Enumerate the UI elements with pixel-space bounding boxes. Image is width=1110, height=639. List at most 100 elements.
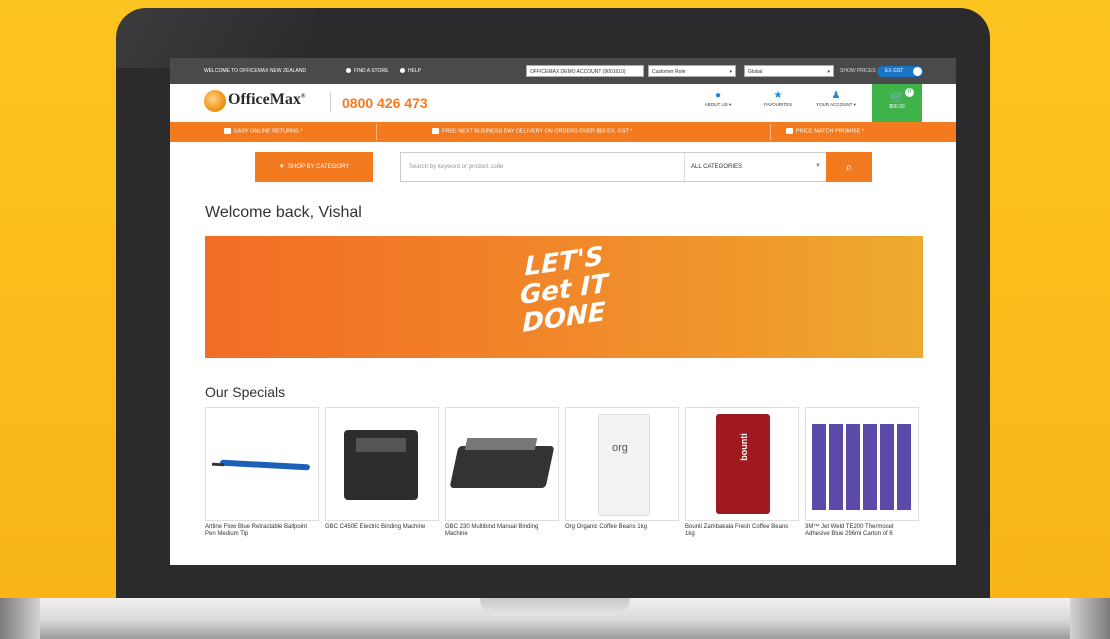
about-us-label: ABOUT US: [704, 102, 728, 107]
promo-returns[interactable]: EASY ONLINE RETURNS *: [224, 128, 302, 134]
favourites-label: FAVOURITES: [763, 102, 793, 107]
your-account-label: YOUR ACCOUNT: [816, 102, 853, 107]
phone-number[interactable]: 0800 426 473: [342, 95, 428, 111]
product-image-bounti-coffee[interactable]: bounti: [685, 407, 799, 521]
chevron-down-icon: ▾: [827, 69, 830, 75]
divider: [330, 92, 331, 112]
pen-tip: [211, 462, 225, 467]
utility-bar: WELCOME TO OFFICEMAX NEW ZEALAND FIND A …: [170, 58, 956, 84]
product-card[interactable]: Artline Flow Blue Retractable Ballpoint …: [205, 407, 319, 546]
help-link[interactable]: HELP: [400, 68, 421, 74]
gst-toggle-label: EX GST: [885, 68, 904, 74]
product-image-pen[interactable]: [205, 407, 319, 521]
role-select[interactable]: Customer Role ▾: [648, 65, 736, 77]
toggle-knob: [913, 67, 922, 76]
divider: [684, 153, 685, 181]
star-icon: ★: [773, 90, 783, 101]
account-select[interactable]: OFFICEMAX DEMO ACCOUNT (9001610): [526, 65, 644, 77]
binder-shape: [449, 446, 555, 488]
about-us-menu[interactable]: ● ABOUT US ▾: [688, 90, 748, 108]
promo-delivery[interactable]: FREE NEXT BUSINESS DAY DELIVERY ON ORDER…: [432, 128, 632, 134]
returns-icon: [224, 128, 231, 134]
tube: [812, 424, 826, 510]
product-card[interactable]: GBC 230 Multibind Manual Binding Machine: [445, 407, 559, 546]
tube: [897, 424, 911, 510]
shop-by-category-button[interactable]: ▼ SHOP BY CATEGORY: [255, 152, 373, 182]
product-image-adhesive[interactable]: [805, 407, 919, 521]
promo-price-match-label: PRICE MATCH PROMISE *: [796, 128, 865, 135]
help-label: HELP: [408, 68, 422, 74]
tube: [829, 424, 843, 510]
cart-icon: 🛒: [889, 90, 905, 104]
cart-button[interactable]: 🛒 0 $00.00: [872, 84, 922, 122]
product-image-org-coffee[interactable]: org: [565, 407, 679, 521]
dollar-icon: [786, 128, 793, 134]
welcome-heading: Welcome back, Vishal: [205, 204, 362, 221]
product-name[interactable]: GBC 230 Multibind Manual Binding Machine: [445, 524, 559, 546]
chevron-down-icon: ▼: [278, 164, 285, 170]
laptop-screen: WELCOME TO OFFICEMAX NEW ZEALAND FIND A …: [170, 58, 956, 565]
promo-returns-label: EASY ONLINE RETURNS *: [234, 128, 303, 135]
tube: [880, 424, 894, 510]
coffee-brand: bounti: [738, 433, 749, 461]
your-account-menu[interactable]: ♟ YOUR ACCOUNT ▾: [806, 90, 866, 108]
officemax-logo-icon[interactable]: [204, 90, 226, 112]
product-card[interactable]: GBC C450E Electric Binding Machine: [325, 407, 439, 546]
user-icon: ♟: [831, 90, 841, 101]
find-store-link[interactable]: FIND A STORE: [346, 68, 388, 74]
binder-handle: [464, 438, 538, 450]
promo-price-match[interactable]: PRICE MATCH PROMISE *: [786, 128, 864, 134]
search-icon: ⌕: [845, 160, 853, 174]
product-card[interactable]: bounti Bounti Zambakala Fresh Coffee Bea…: [685, 407, 799, 546]
role-select-value: Customer Role: [652, 69, 686, 75]
truck-icon: [432, 128, 439, 134]
laptop-notch: [480, 598, 630, 616]
account-select-value: OFFICEMAX DEMO ACCOUNT (9001610): [530, 69, 626, 75]
banner-slogan: LET'S Get IT DONE: [205, 198, 923, 383]
hero-banner[interactable]: LET'S Get IT DONE: [205, 236, 923, 358]
search-bar[interactable]: Search by keyword or product code ALL CA…: [400, 152, 830, 182]
coffee-bag: [598, 414, 650, 516]
find-store-label: FIND A STORE: [354, 68, 389, 74]
officemax-logo[interactable]: OfficeMax®: [228, 91, 305, 109]
global-select[interactable]: Global ▾: [744, 65, 834, 77]
divider: [770, 124, 771, 140]
promo-delivery-label: FREE NEXT BUSINESS DAY DELIVERY ON ORDER…: [442, 128, 633, 135]
logo-wordmark: OfficeMax: [228, 91, 301, 108]
binder-comb: [356, 438, 406, 452]
laptop-base-right-edge: [1070, 598, 1110, 639]
product-card[interactable]: 3M™ Jet Weld TE200 Thermoset Adhesive Bl…: [805, 407, 919, 546]
global-select-value: Global: [748, 69, 763, 75]
specials-product-list: Artline Flow Blue Retractable Ballpoint …: [205, 407, 923, 565]
info-icon: ●: [714, 90, 722, 101]
help-icon: [400, 68, 405, 74]
category-select[interactable]: ALL CATEGORIES: [691, 164, 742, 170]
location-pin-icon: [346, 68, 351, 74]
product-name[interactable]: 3M™ Jet Weld TE200 Thermoset Adhesive Bl…: [805, 524, 919, 546]
chevron-down-icon: ▾: [729, 69, 732, 75]
cart-total: $00.00: [889, 104, 905, 110]
favourites-link[interactable]: ★ FAVOURITES: [748, 90, 808, 107]
welcome-message: WELCOME TO OFFICEMAX NEW ZEALAND: [204, 68, 307, 74]
coffee-brand: org: [612, 442, 628, 454]
product-name[interactable]: GBC C450E Electric Binding Machine: [325, 524, 439, 546]
specials-heading: Our Specials: [205, 384, 286, 400]
product-card[interactable]: org Org Organic Coffee Beans 1kg: [565, 407, 679, 546]
gst-toggle[interactable]: EX GST: [877, 66, 923, 77]
chevron-down-icon: ▼: [815, 163, 821, 169]
divider: [376, 124, 377, 140]
promo-bar: EASY ONLINE RETURNS * FREE NEXT BUSINESS…: [170, 122, 956, 142]
product-image-binder[interactable]: [325, 407, 439, 521]
shop-by-category-label: SHOP BY CATEGORY: [288, 164, 350, 170]
search-input[interactable]: Search by keyword or product code: [409, 164, 503, 170]
search-button[interactable]: ⌕: [826, 152, 872, 182]
product-name[interactable]: Artline Flow Blue Retractable Ballpoint …: [205, 524, 319, 546]
product-name[interactable]: Org Organic Coffee Beans 1kg: [565, 524, 679, 546]
coffee-bag: [716, 414, 770, 514]
product-name[interactable]: Bounti Zambakala Fresh Coffee Beans 1kg: [685, 524, 799, 546]
pen-shape: [219, 459, 311, 471]
product-image-binder-manual[interactable]: [445, 407, 559, 521]
tube: [863, 424, 877, 510]
show-prices-label: SHOW PRICES: [840, 68, 876, 74]
laptop-base-left-edge: [0, 598, 40, 639]
